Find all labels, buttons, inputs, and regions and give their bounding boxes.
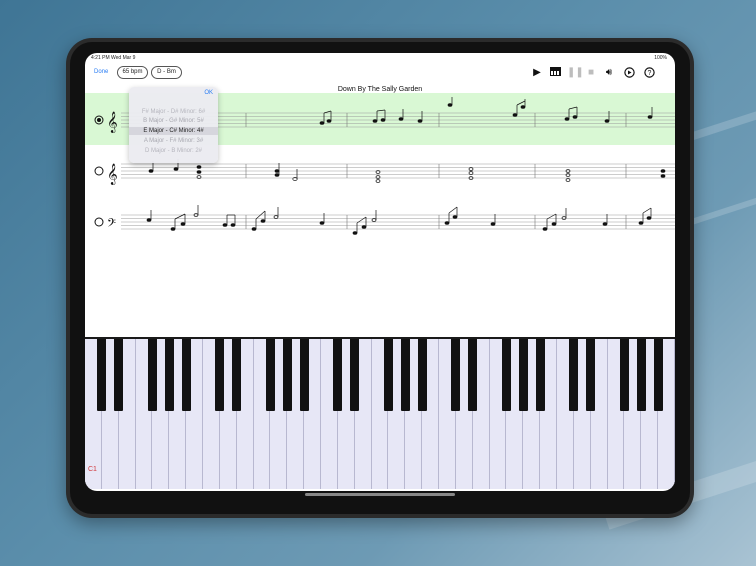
black-key[interactable]: [518, 339, 528, 411]
key-option[interactable]: D Major - B Minor: 2#: [129, 147, 218, 155]
key-option[interactable]: A Major - F# Minor: 3#: [129, 137, 218, 145]
black-key[interactable]: [619, 339, 630, 411]
home-indicator[interactable]: [305, 493, 455, 496]
black-key[interactable]: [468, 339, 478, 411]
black-key[interactable]: [636, 339, 646, 411]
status-time: 4:21 PM Wed Mar 9: [91, 55, 136, 61]
black-key[interactable]: [333, 339, 343, 411]
done-button[interactable]: Done: [94, 69, 108, 75]
key-button[interactable]: D - Bm: [151, 66, 182, 79]
key-signature-dropdown: OK F# Major - D# Minor: 6# B Major - G# …: [129, 87, 218, 163]
black-key[interactable]: [181, 339, 191, 411]
black-key[interactable]: [400, 339, 410, 411]
toolbar: Done 65 bpm D - Bm ▶ ❚❚ ■ 🔊︎ ?: [85, 63, 675, 85]
play-icon[interactable]: ▶: [531, 67, 543, 79]
black-key[interactable]: [417, 339, 427, 411]
black-key[interactable]: [299, 339, 309, 411]
stop-icon[interactable]: ■: [585, 67, 597, 79]
key-option-selected[interactable]: E Major - C# Minor: 4#: [129, 127, 218, 135]
octave-label: C1: [88, 466, 97, 473]
svg-text:𝄞: 𝄞: [107, 164, 118, 185]
svg-text:?: ?: [647, 70, 651, 77]
svg-text:𝄢: 𝄢: [107, 216, 116, 232]
svg-text:𝄞: 𝄞: [107, 112, 118, 133]
tempo-button[interactable]: 65 bpm: [117, 66, 148, 79]
volume-icon[interactable]: 🔊︎: [603, 67, 615, 79]
toolbar-icons: ▶ ❚❚ ■ 🔊︎ ?: [531, 67, 669, 81]
piano-icon[interactable]: [549, 67, 561, 79]
key-option[interactable]: B Major - G# Minor: 5#: [129, 117, 218, 125]
black-key[interactable]: [147, 339, 158, 411]
help-icon[interactable]: ?: [643, 67, 655, 79]
black-key[interactable]: [569, 339, 579, 411]
black-key[interactable]: [232, 339, 242, 411]
status-bar: 4:21 PM Wed Mar 9 100%: [85, 53, 675, 63]
key-option[interactable]: F# Major - D# Minor: 6#: [129, 108, 218, 116]
black-key[interactable]: [282, 339, 292, 411]
black-key[interactable]: [114, 339, 124, 411]
app-screen: 4:21 PM Wed Mar 9 100% Done 65 bpm D - B…: [85, 53, 675, 491]
black-key[interactable]: [265, 339, 276, 411]
replay-icon[interactable]: [623, 67, 635, 79]
black-key[interactable]: [451, 339, 461, 411]
battery-indicator: 100%: [654, 55, 667, 61]
black-key[interactable]: [653, 339, 663, 411]
piano-keyboard: C1: [85, 339, 675, 489]
black-key[interactable]: [97, 339, 107, 411]
black-key[interactable]: [586, 339, 596, 411]
black-key[interactable]: [383, 339, 394, 411]
black-key[interactable]: [535, 339, 545, 411]
black-key[interactable]: [501, 339, 512, 411]
black-key[interactable]: [350, 339, 360, 411]
black-key[interactable]: [164, 339, 174, 411]
black-key[interactable]: [215, 339, 225, 411]
notes-staff-3: [146, 205, 652, 235]
staff-treble-2: 𝄞: [94, 163, 675, 185]
pause-icon[interactable]: ❚❚: [567, 67, 584, 79]
dropdown-ok-button[interactable]: OK: [204, 90, 213, 96]
